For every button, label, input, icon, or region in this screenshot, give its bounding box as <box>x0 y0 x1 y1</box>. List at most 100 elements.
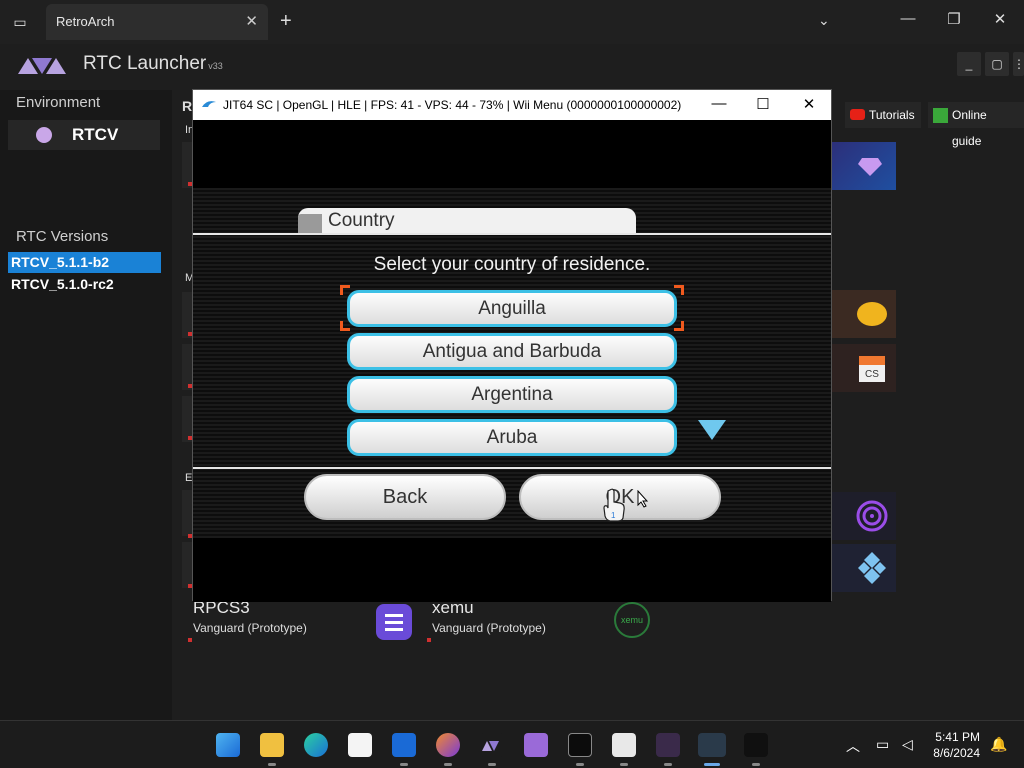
emulator-tile-spiral[interactable] <box>832 492 896 540</box>
rtc-launcher-icon[interactable] <box>480 733 504 757</box>
dolphin-close-button[interactable]: ✕ <box>799 95 819 113</box>
notification-bell-icon[interactable]: 🔔 <box>990 736 1007 753</box>
rtcv-icon[interactable] <box>656 733 680 757</box>
wii-screen: Country Select your country of residence… <box>193 120 831 602</box>
window-tab-bar: ▭ RetroArch ✕ + ⌄ — ❐ ✕ <box>0 0 1024 44</box>
emulator-tile-citrus[interactable] <box>832 290 896 338</box>
close-button[interactable]: ✕ <box>990 10 1010 28</box>
running-indicator <box>488 763 496 766</box>
selection-corner <box>674 285 684 295</box>
app-version: v33 <box>208 61 223 71</box>
volume-icon[interactable]: ◁ <box>902 736 913 753</box>
svg-text:1: 1 <box>611 511 616 520</box>
running-indicator <box>752 763 760 766</box>
online-guide-button[interactable]: Online guide <box>928 102 1024 148</box>
sidebar: Environment RTCV RTC Versions RTCV_5.1.1… <box>0 90 172 720</box>
app-title: RTC Launcher v33 <box>83 53 223 75</box>
selection-corner <box>340 321 350 331</box>
country-option-aruba[interactable]: Aruba <box>347 419 677 456</box>
windows-start-icon[interactable] <box>216 733 240 757</box>
emulator-subtitle: Vanguard (Prototype) <box>193 621 307 635</box>
app-maximize-button[interactable]: ▢ <box>985 52 1009 76</box>
environment-item-rtcv[interactable]: RTCV <box>8 120 160 150</box>
terminal-icon[interactable] <box>568 733 592 757</box>
dolphin-maximize-button[interactable]: ☐ <box>753 95 773 113</box>
header-tab-marker <box>298 214 322 234</box>
active-indicator <box>704 763 720 766</box>
minimize-button[interactable]: — <box>898 10 918 27</box>
rtc-logo-icon <box>18 58 66 74</box>
tab-close-icon[interactable]: ✕ <box>245 12 258 30</box>
tutorials-button[interactable]: Tutorials <box>845 102 921 128</box>
tray-chevron-icon[interactable]: ︿ <box>846 736 860 756</box>
ppsspp-icon <box>858 552 886 584</box>
country-option-anguilla[interactable]: Anguilla <box>347 290 677 327</box>
emulator-tile-ppsspp[interactable] <box>832 544 896 592</box>
environment-header: Environment <box>16 94 101 111</box>
network-icon[interactable]: ▭ <box>876 736 889 753</box>
emulator-tile-cs[interactable]: CS <box>832 344 896 392</box>
mouse-cursor-icon <box>637 490 649 508</box>
guide-icon <box>933 108 948 123</box>
divider-bottom <box>193 467 831 469</box>
outlook-icon[interactable] <box>392 733 416 757</box>
emulator-tile-diamond[interactable] <box>832 142 896 190</box>
scroll-down-arrow-icon[interactable] <box>698 420 726 440</box>
dolphin-minimize-button[interactable]: — <box>709 95 729 112</box>
taskbar: ︿ ▭ ◁ 5:41 PM 8/6/2024 🔔 <box>0 720 1024 768</box>
version-item-5-1-1-b2[interactable]: RTCV_5.1.1-b2 <box>8 252 161 273</box>
running-indicator <box>268 763 276 766</box>
selection-corner <box>674 321 684 331</box>
clock-date: 8/6/2024 <box>933 746 980 760</box>
running-indicator <box>664 763 672 766</box>
versions-header: RTC Versions <box>16 228 109 245</box>
country-prompt: Select your country of residence. <box>373 254 651 275</box>
wii-pointer-hand-icon: 1 <box>603 488 625 522</box>
xemu-logo-icon: xemu <box>614 602 650 638</box>
app-title-text: RTC Launcher <box>83 53 207 74</box>
firefox-icon[interactable] <box>436 733 460 757</box>
dolphin-window: JIT64 SC | OpenGL | HLE | FPS: 41 - VPS:… <box>192 89 832 602</box>
cs-badge-label: CS <box>865 369 879 380</box>
version-item-5-1-0-rc2[interactable]: RTCV_5.1.0-rc2 <box>8 274 161 295</box>
dolphin-icon[interactable] <box>698 733 726 757</box>
selection-corner <box>340 285 350 295</box>
dolphin-title-bar[interactable]: JIT64 SC | OpenGL | HLE | FPS: 41 - VPS:… <box>193 90 831 120</box>
country-option-antigua[interactable]: Antigua and Barbuda <box>347 333 677 370</box>
back-button[interactable]: Back <box>304 474 506 520</box>
section-letter-r: R <box>182 98 193 114</box>
app-minimize-button[interactable]: _ <box>957 52 981 76</box>
store-icon[interactable] <box>348 733 372 757</box>
clock[interactable]: 5:41 PM 8/6/2024 <box>933 729 980 761</box>
running-indicator <box>620 763 628 766</box>
diamond-icon <box>858 158 882 176</box>
file-explorer-icon[interactable] <box>260 733 284 757</box>
new-tab-button[interactable]: + <box>280 10 292 33</box>
window-menu-icon[interactable]: ▭ <box>10 12 30 32</box>
divider-top <box>193 233 831 235</box>
java-icon[interactable] <box>612 733 636 757</box>
app-purple-icon[interactable] <box>524 733 548 757</box>
emulator-xemu[interactable]: xemu Vanguard (Prototype) <box>432 598 546 635</box>
restore-button[interactable]: ❐ <box>944 10 964 28</box>
rpcs3-logo-icon <box>376 604 412 640</box>
edge-icon[interactable] <box>304 733 328 757</box>
tab-list-chevron-icon[interactable]: ⌄ <box>818 12 830 29</box>
dolphin-icon <box>202 101 216 107</box>
status-dot <box>427 638 431 642</box>
running-indicator <box>576 763 584 766</box>
app-more-button[interactable]: ⋮ <box>1013 52 1024 76</box>
cs-icon <box>859 356 885 382</box>
environment-item-label: RTCV <box>72 125 119 144</box>
spiral-icon <box>856 500 888 532</box>
citrus-icon <box>857 302 887 326</box>
country-option-argentina[interactable]: Argentina <box>347 376 677 413</box>
country-header-label: Country <box>328 210 395 231</box>
emulator-subtitle: Vanguard (Prototype) <box>432 621 546 635</box>
emulator-rpcs3[interactable]: RPCS3 Vanguard (Prototype) <box>193 598 307 635</box>
running-indicator <box>400 763 408 766</box>
status-dot <box>188 638 192 642</box>
game-icon[interactable] <box>744 733 768 757</box>
dolphin-title-text: JIT64 SC | OpenGL | HLE | FPS: 41 - VPS:… <box>223 98 682 112</box>
browser-tab-retroarch[interactable]: RetroArch ✕ <box>46 4 268 40</box>
